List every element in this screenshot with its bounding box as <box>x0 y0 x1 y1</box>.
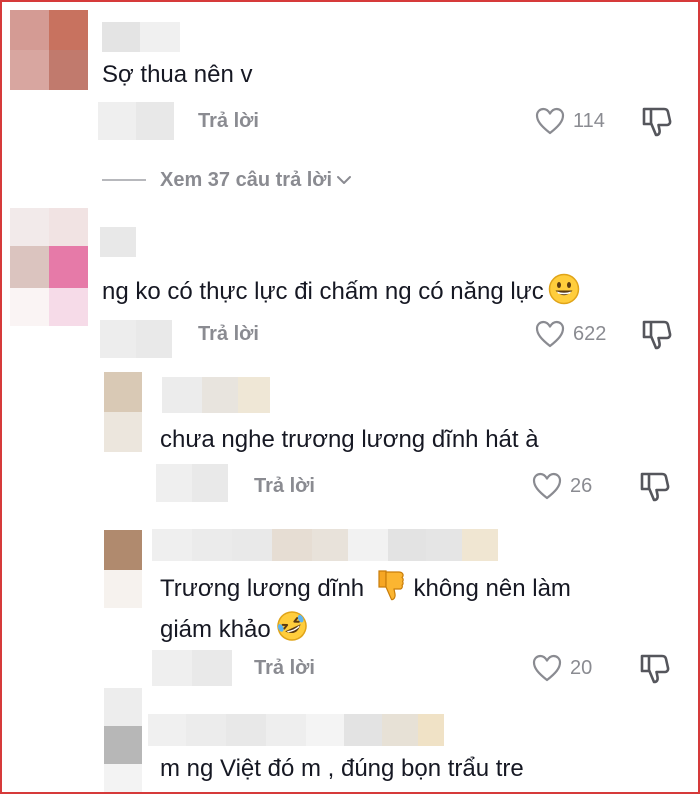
reply-text: chưa nghe trương lương dĩnh hát à <box>160 426 539 453</box>
username-blurred[interactable] <box>148 714 444 746</box>
avatar[interactable] <box>104 688 142 792</box>
like-button[interactable]: 622 <box>535 319 606 349</box>
comment-text: ng ko có thực lực đi chấm ng có năng lực <box>102 273 580 313</box>
heart-icon <box>532 472 562 500</box>
reply-text-line1: Trương lương dĩnh không nên làm <box>160 568 571 610</box>
username-blurred[interactable] <box>102 22 180 52</box>
comment-text: Sợ thua nên v <box>102 61 253 88</box>
like-button[interactable]: 114 <box>535 106 605 136</box>
like-count: 20 <box>570 657 593 679</box>
reply-button[interactable]: Trả lời <box>198 109 259 133</box>
avatar[interactable] <box>10 10 88 90</box>
like-count: 26 <box>570 475 593 497</box>
like-count: 114 <box>573 110 605 132</box>
dislike-button[interactable] <box>638 651 672 685</box>
username-blurred[interactable] <box>162 377 270 413</box>
date-blurred <box>152 650 232 686</box>
like-button[interactable]: 20 <box>532 653 592 683</box>
dislike-button[interactable] <box>640 317 674 351</box>
divider-line <box>102 179 146 181</box>
thumbs-down-icon <box>640 472 670 502</box>
date-blurred <box>156 464 228 502</box>
comment-text-content: ng ko có thực lực đi chấm ng có năng lực <box>102 278 544 305</box>
view-replies-label: Xem 37 câu trả lời <box>160 168 333 191</box>
like-button[interactable]: 26 <box>532 471 592 501</box>
thumbs-down-icon <box>642 320 672 350</box>
rofl-emoji-icon <box>275 609 309 651</box>
heart-icon <box>535 107 565 135</box>
thumbs-down-emoji-icon <box>375 568 407 610</box>
dislike-button[interactable] <box>638 469 672 503</box>
avatar[interactable] <box>104 530 142 608</box>
username-blurred[interactable] <box>100 227 136 257</box>
view-replies-button[interactable]: Xem 37 câu trả lời <box>102 165 352 195</box>
thumbs-down-icon <box>640 654 670 684</box>
heart-icon <box>535 320 565 348</box>
comment-feed: Sợ thua nên v Trả lời 114 Xem 37 câu trả… <box>0 0 700 794</box>
reply-text-part: giám khảo <box>160 616 271 643</box>
date-blurred <box>98 102 174 140</box>
chevron-down-icon <box>337 176 352 184</box>
dislike-button[interactable] <box>640 104 674 138</box>
smile-emoji-icon <box>548 273 580 313</box>
avatar[interactable] <box>104 372 142 452</box>
thumbs-down-icon <box>642 107 672 137</box>
reply-button[interactable]: Trả lời <box>254 656 315 680</box>
reply-button[interactable]: Trả lời <box>198 322 259 346</box>
reply-text: m ng Việt đó m , đúng bọn trẩu tre <box>160 755 524 782</box>
username-blurred[interactable] <box>152 529 498 561</box>
reply-text-part: Trương lương dĩnh <box>160 575 365 602</box>
date-blurred <box>100 320 172 358</box>
reply-text-part: không nên làm <box>413 575 571 602</box>
heart-icon <box>532 654 562 682</box>
like-count: 622 <box>573 323 607 345</box>
avatar[interactable] <box>10 208 88 326</box>
reply-button[interactable]: Trả lời <box>254 474 315 498</box>
reply-text-line2: giám khảo <box>160 609 309 651</box>
